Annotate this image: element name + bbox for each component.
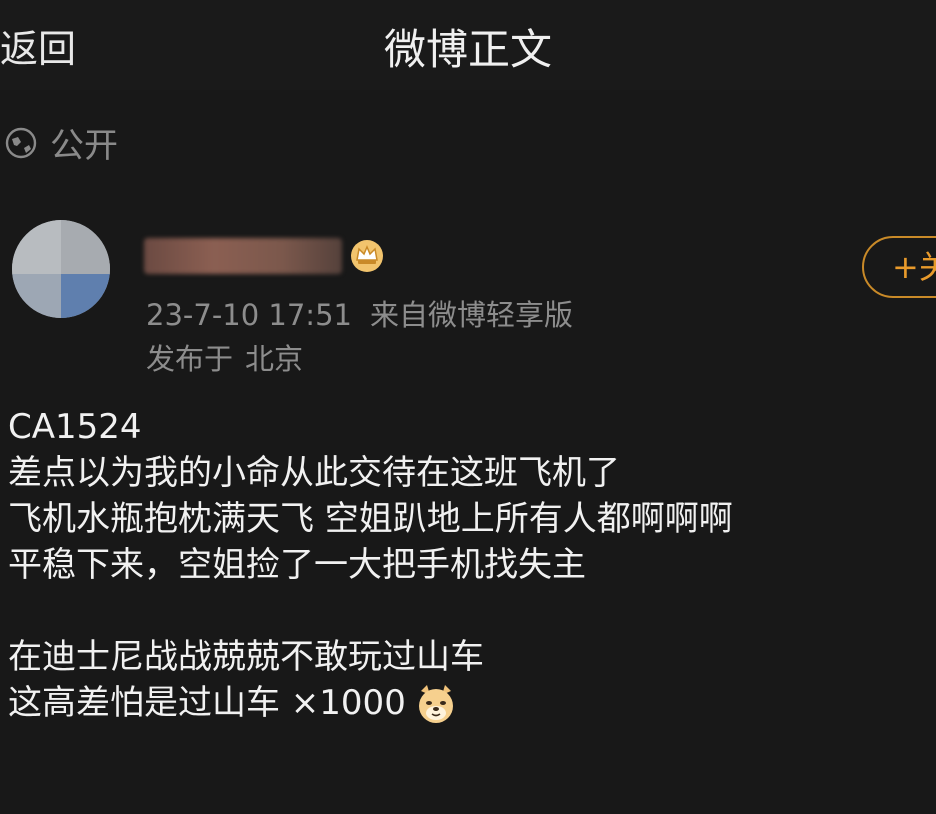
top-bar: 返回 微博正文 <box>0 0 936 90</box>
crown-badge-icon <box>351 240 383 272</box>
globe-icon <box>5 127 37 158</box>
post-timestamp: 23-7-10 17:51 <box>146 298 352 332</box>
post-line-with-emoji: 这高差怕是过山车 ×1000 <box>8 680 928 726</box>
username-redacted[interactable] <box>144 238 342 274</box>
avatar[interactable] <box>12 220 110 318</box>
post-body: CA1524 差点以为我的小命从此交待在这班飞机了 飞机水瓶抱枕满天飞 空姐趴地… <box>8 404 928 726</box>
page-title: 微博正文 <box>383 25 552 74</box>
post-line: 飞机水瓶抱枕满天飞 空姐趴地上所有人都啊啊啊 <box>8 499 733 539</box>
location-prefix: 发布于 <box>146 342 234 376</box>
doge-emoji-icon <box>418 685 453 723</box>
visibility-label: 公开 <box>50 126 118 166</box>
post-meta: 23-7-10 17:51 来自微博轻享版 <box>146 292 573 334</box>
post-line: 这高差怕是过山车 ×1000 <box>8 683 406 723</box>
visibility-indicator: 公开 <box>4 118 118 167</box>
post-line: CA1524 <box>8 407 142 447</box>
post-line: 差点以为我的小命从此交待在这班飞机了 <box>8 453 620 493</box>
post-line: 在迪士尼战战兢兢不敢玩过山车 <box>8 637 484 677</box>
location-city: 北京 <box>245 342 304 376</box>
post-location: 发布于 北京 <box>146 336 303 378</box>
follow-button[interactable]: +关 <box>862 236 936 298</box>
post-source[interactable]: 来自微博轻享版 <box>370 298 573 332</box>
post-line: 平稳下来，空姐捡了一大把手机找失主 <box>8 545 586 585</box>
